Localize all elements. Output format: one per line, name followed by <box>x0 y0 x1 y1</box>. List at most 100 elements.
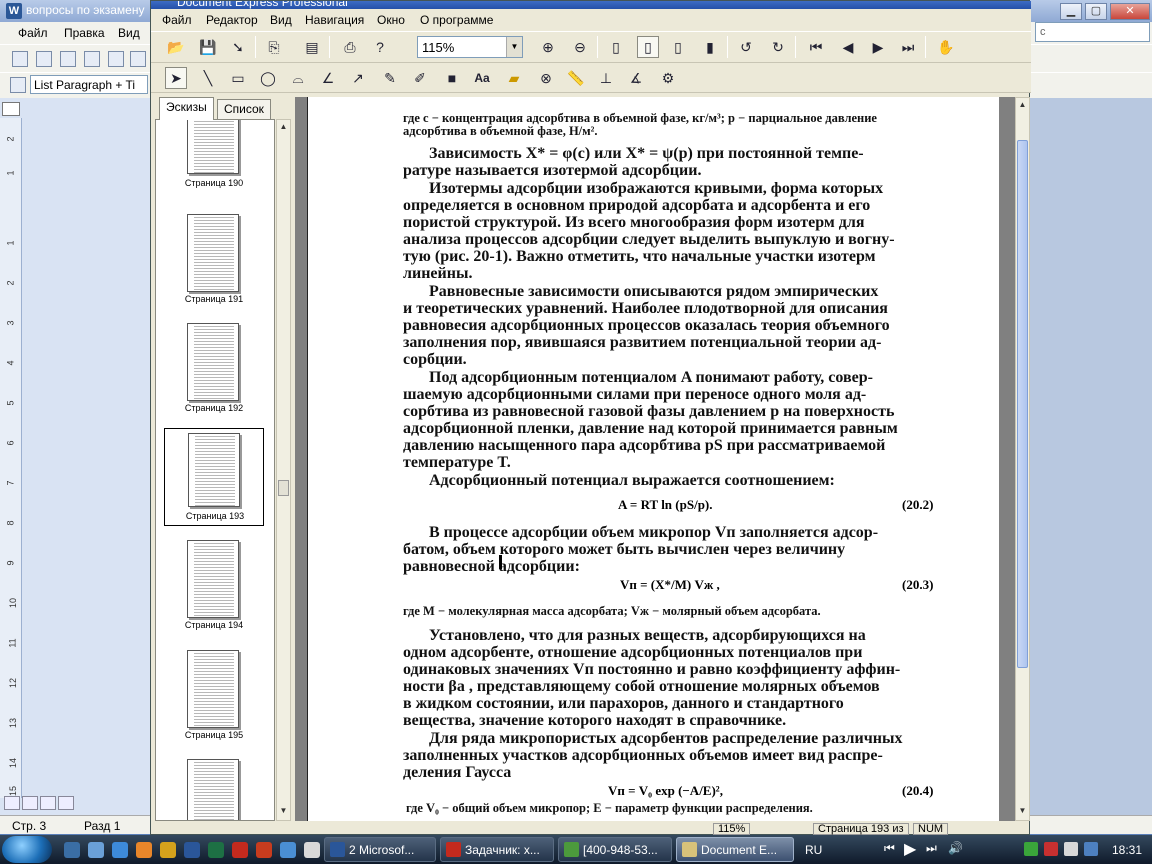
thumbnail-page[interactable]: Страница 195 <box>164 648 264 754</box>
print-layout-icon[interactable] <box>40 796 56 810</box>
clock[interactable]: 18:31 <box>1112 843 1142 857</box>
tray-icon[interactable] <box>1084 842 1098 856</box>
ellipse-tool-icon[interactable]: ◯ <box>257 67 279 89</box>
thumbnail-page[interactable]: Страница 191 <box>164 212 264 318</box>
first-page-icon[interactable]: ⏮ <box>805 36 827 58</box>
zoom-out-icon[interactable]: ⊖ <box>569 36 591 58</box>
export-icon[interactable]: ➘ <box>227 36 249 58</box>
word-help-search[interactable]: с <box>1035 22 1150 42</box>
rotate-right-icon[interactable]: ↻ <box>767 36 789 58</box>
thumbnail-page-selected[interactable]: Страница 193 <box>164 428 264 526</box>
scrollbar-thumb[interactable] <box>278 480 289 496</box>
ruler-tool-icon[interactable]: 📏 <box>565 67 587 89</box>
show-desktop-icon[interactable] <box>64 842 80 858</box>
permission-icon[interactable] <box>84 51 100 67</box>
word-menu-file[interactable]: Файл <box>18 26 48 40</box>
minimize-button[interactable]: ▁ <box>1060 3 1082 20</box>
styles-pane-icon[interactable] <box>10 77 26 93</box>
menu-file[interactable]: Файл <box>162 13 192 27</box>
menu-about[interactable]: О программе <box>420 13 493 27</box>
word-style-dropdown[interactable]: List Paragraph + Ti <box>30 75 148 94</box>
zoom-in-icon[interactable]: ⊕ <box>537 36 559 58</box>
polyline-tool-icon[interactable]: ∠ <box>317 67 339 89</box>
select-arrow-icon[interactable]: ➤ <box>165 67 187 89</box>
media-icon[interactable] <box>280 842 296 858</box>
last-page-icon[interactable]: ⏭ <box>897 36 919 58</box>
rotate-left-icon[interactable]: ↺ <box>735 36 757 58</box>
actual-size-icon[interactable]: ▯ <box>667 36 689 58</box>
next-page-icon[interactable]: ▶ <box>867 36 889 58</box>
tab-list[interactable]: Список <box>217 99 271 119</box>
quicklaunch-expand-icon[interactable] <box>304 842 320 858</box>
tab-selector[interactable] <box>2 102 20 116</box>
opera-icon[interactable] <box>232 842 248 858</box>
text-tool-icon[interactable]: Aa <box>471 67 493 89</box>
save-icon[interactable] <box>60 51 76 67</box>
measure-tool-icon[interactable]: ⊥ <box>595 67 617 89</box>
next-track-icon[interactable]: ⏭ <box>926 841 937 856</box>
outline-view-icon[interactable] <box>58 796 74 810</box>
volume-icon[interactable]: 🔊 <box>948 841 963 855</box>
page-view[interactable]: где c − концентрация адсорбтива в объемн… <box>295 97 1015 821</box>
start-button[interactable] <box>2 836 52 863</box>
hand-tool-icon[interactable]: ✋ <box>935 36 957 58</box>
scroll-up-icon[interactable]: ▲ <box>1017 100 1028 112</box>
thumbnail-page[interactable] <box>164 757 264 820</box>
antivirus-icon[interactable] <box>1044 842 1058 856</box>
note-tool-icon[interactable]: ▰ <box>503 67 525 89</box>
maximize-button[interactable]: ▢ <box>1085 3 1107 20</box>
angle-tool-icon[interactable]: ∡ <box>625 67 647 89</box>
thumbnail-page[interactable]: Страница 192 <box>164 321 264 427</box>
switch-windows-icon[interactable] <box>88 842 104 858</box>
help-icon[interactable]: ? <box>369 36 391 58</box>
print-icon[interactable]: ⎙ <box>339 36 361 58</box>
page-icon[interactable]: ▤ <box>301 36 323 58</box>
preview-icon[interactable] <box>130 51 146 67</box>
save-icon[interactable]: 💾 <box>197 36 219 58</box>
scroll-up-icon[interactable]: ▲ <box>278 122 289 134</box>
page-scrollbar[interactable]: ▲ ▼ <box>1015 97 1030 821</box>
tab-thumbnails[interactable]: Эскизы <box>159 97 214 120</box>
highlighter-icon[interactable]: ✐ <box>409 67 431 89</box>
polygon-tool-icon[interactable]: ⌓ <box>287 67 309 89</box>
zoom-combobox[interactable]: 115% ▼ <box>417 36 523 58</box>
rectangle-tool-icon[interactable]: ▭ <box>227 67 249 89</box>
scrollbar-thumb[interactable] <box>1017 140 1028 668</box>
thumbnail-page[interactable]: Страница 194 <box>164 538 264 644</box>
tray-icon[interactable] <box>1064 842 1078 856</box>
fit-width-icon[interactable]: ▯ <box>605 36 627 58</box>
play-icon[interactable]: ▶ <box>904 839 916 859</box>
taskbar-task[interactable]: 2 Microsof... <box>324 837 436 862</box>
scroll-down-icon[interactable]: ▼ <box>1017 806 1028 818</box>
word-menu-edit[interactable]: Правка <box>64 26 105 40</box>
network-icon[interactable] <box>1024 842 1038 856</box>
scroll-down-icon[interactable]: ▼ <box>278 806 289 818</box>
properties-tool-icon[interactable]: ⚙ <box>657 67 679 89</box>
open-folder-icon[interactable]: 📂 <box>165 36 187 58</box>
thumbnail-page[interactable]: Страница 190 <box>164 120 264 200</box>
folder-icon[interactable] <box>160 842 176 858</box>
arrow-tool-icon[interactable]: ↗ <box>347 67 369 89</box>
close-button[interactable]: ✕ <box>1110 3 1150 20</box>
stamp-tool-icon[interactable]: ⊗ <box>535 67 557 89</box>
browser-icon[interactable] <box>112 842 128 858</box>
taskbar-task-active[interactable]: Document E... <box>676 837 794 862</box>
previous-track-icon[interactable]: ⏮ <box>884 841 895 856</box>
word-menu-view[interactable]: Вид <box>118 26 140 40</box>
firefox-icon[interactable] <box>136 842 152 858</box>
open-folder-icon[interactable] <box>36 51 52 67</box>
chevron-down-icon[interactable]: ▼ <box>506 37 522 57</box>
thumbnail-scrollbar[interactable]: ▲ ▼ <box>276 119 291 821</box>
new-document-icon[interactable] <box>12 51 28 67</box>
fit-page-icon[interactable]: ▯ <box>637 36 659 58</box>
word-icon[interactable] <box>184 842 200 858</box>
print-icon[interactable] <box>108 51 124 67</box>
previous-page-icon[interactable]: ◀ <box>837 36 859 58</box>
taskbar-task[interactable]: Задачник: х... <box>440 837 554 862</box>
normal-view-icon[interactable] <box>4 796 20 810</box>
menu-window[interactable]: Окно <box>377 13 405 27</box>
menu-editor[interactable]: Редактор <box>206 13 258 27</box>
taskbar-task[interactable]: [400-948-53... <box>558 837 672 862</box>
copy-icon[interactable]: ⎘ <box>263 36 285 58</box>
line-tool-icon[interactable]: ╲ <box>197 67 219 89</box>
